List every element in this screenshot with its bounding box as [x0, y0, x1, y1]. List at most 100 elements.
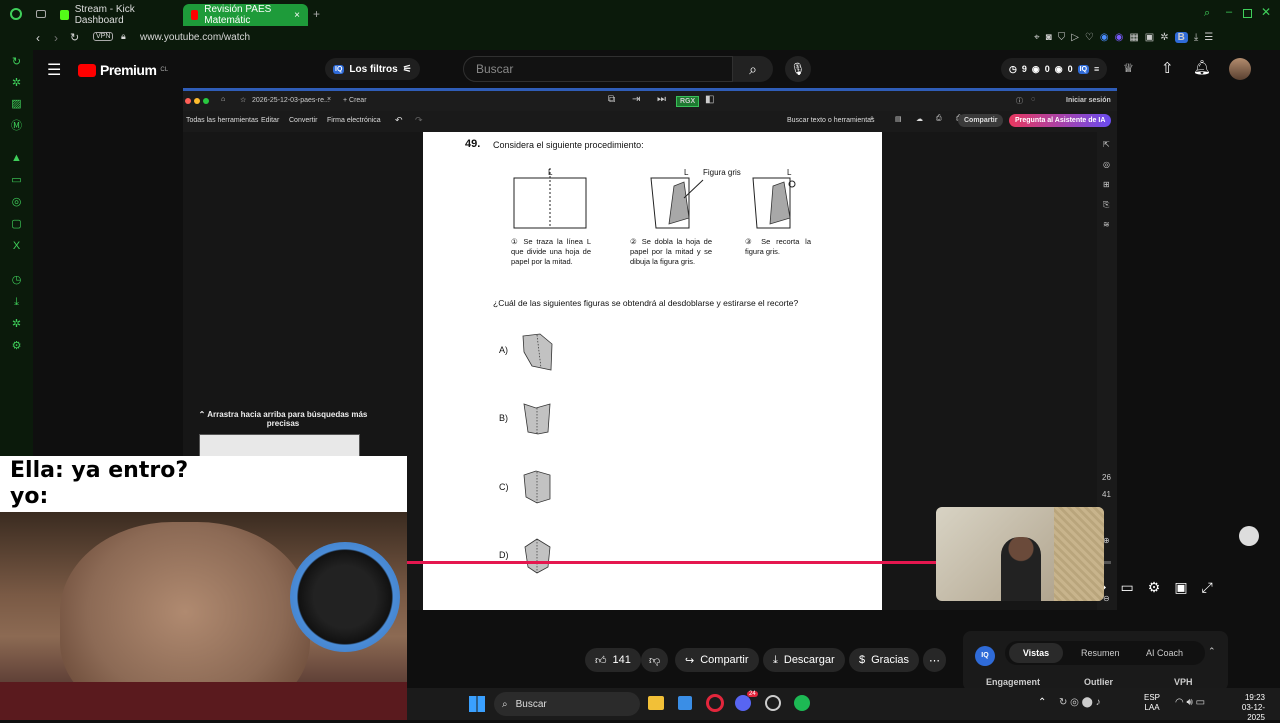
share-button[interactable]: ↪ Compartir — [675, 648, 759, 672]
shield-icon[interactable]: ⛉ — [1058, 32, 1066, 43]
notifications-icon[interactable]: 🔔︎ — [1193, 59, 1211, 76]
wifi-volume-battery-icons[interactable]: ◠ 🔊︎ ▭ — [1175, 697, 1205, 708]
reload-icon[interactable]: ↻ — [70, 31, 79, 44]
layout-icon[interactable]: ◧ — [705, 94, 714, 105]
close-tab-icon[interactable]: × — [327, 96, 331, 103]
search-button[interactable]: ⌕ — [733, 56, 773, 82]
account-avatar[interactable] — [1229, 58, 1251, 80]
stats-chip[interactable]: ◷ 9 ◉ 0 ◉ 0 IQ ≡ — [1001, 58, 1108, 80]
x-twitter-icon[interactable]: X — [10, 240, 23, 253]
taskbar-search[interactable]: ⌕ Buscar — [494, 692, 640, 716]
tool-all[interactable]: Todas las herramientas — [186, 117, 258, 124]
extension-purple-icon[interactable]: ◉ — [1115, 32, 1124, 43]
close-tab-icon[interactable]: × — [294, 10, 300, 21]
tab-kick-dashboard[interactable]: Stream - Kick Dashboard — [52, 4, 180, 26]
screenshot-icon[interactable]: ▣ — [1145, 32, 1154, 43]
settings-icon[interactable]: ⚙ — [1148, 579, 1161, 596]
m-app-icon[interactable]: Ⓜ — [10, 120, 23, 133]
fullscreen-icon[interactable]: ⤢ — [1202, 579, 1213, 596]
extensions-green-icon[interactable]: ✲ — [10, 77, 23, 90]
instagram-icon[interactable]: ▢ — [10, 218, 23, 231]
twitch-icon[interactable]: ▭ — [10, 174, 23, 187]
menu-icon[interactable]: ☰ — [1204, 32, 1213, 43]
opera-taskbar-icon[interactable] — [706, 694, 724, 712]
store-icon[interactable] — [678, 696, 692, 710]
forward-icon[interactable]: › — [54, 31, 58, 45]
history-icon[interactable]: ◷ — [10, 274, 23, 287]
pdf-search-tools[interactable]: Buscar texto o herramientas — [787, 117, 875, 124]
profile-avatar[interactable]: B — [1174, 32, 1188, 43]
tab-resumen[interactable]: Resumen — [1081, 648, 1120, 658]
maximize-icon[interactable] — [1243, 9, 1252, 18]
home-icon[interactable]: ⌂ — [221, 96, 225, 103]
tool-sign[interactable]: Firma electrónica — [327, 117, 381, 124]
heart-icon[interactable]: ♡ — [1085, 32, 1094, 43]
minimize-icon[interactable]: – — [1226, 6, 1232, 18]
pdf-tab-title[interactable]: 2026-25-12-03-paes-re... — [252, 97, 330, 104]
save-icon[interactable]: ⎙ — [936, 115, 942, 123]
medal-icon[interactable]: ♕ — [1123, 61, 1134, 75]
tray-chevron-icon[interactable]: ⌃ — [1038, 697, 1046, 708]
file-explorer-icon[interactable] — [648, 696, 664, 710]
like-button[interactable]: 👍︎ 141 — [585, 648, 641, 672]
upload-icon[interactable]: ⇧ — [1161, 59, 1174, 77]
rail-icon[interactable]: ≋ — [1103, 220, 1110, 229]
search-icon[interactable]: ⌕ — [870, 115, 874, 123]
discord-icon[interactable] — [735, 695, 751, 711]
tab-vistas[interactable]: Vistas — [1009, 643, 1063, 663]
play-icon[interactable]: ▷ — [1071, 32, 1079, 43]
cloud-icon[interactable]: ☁ — [916, 115, 923, 123]
back-icon[interactable]: ‹ — [36, 31, 40, 45]
create-button[interactable]: + Crear — [343, 97, 367, 104]
url-text[interactable]: www.youtube.com/watch — [140, 32, 250, 43]
search-tabs-icon[interactable]: ⌕ — [1204, 7, 1210, 20]
windows-start-icon[interactable] — [469, 696, 485, 712]
tab-overview-icon[interactable] — [36, 10, 46, 18]
grid-icon[interactable]: ▦ — [1129, 32, 1138, 43]
more-actions-button[interactable]: ⋯ — [923, 648, 946, 672]
miniplayer-icon[interactable]: ▣ — [1174, 579, 1187, 596]
rail-icon[interactable]: ⇱ — [1103, 140, 1110, 149]
rgx-button[interactable]: RGX — [676, 96, 700, 107]
search-input[interactable]: Buscar — [463, 56, 733, 82]
extensions-icon[interactable]: ✲ — [1160, 32, 1168, 43]
tool-edit[interactable]: Editar — [261, 117, 279, 124]
redo-icon[interactable]: ↷ — [415, 115, 423, 126]
tool-convert[interactable]: Convertir — [289, 117, 317, 124]
downloads-icon[interactable]: ⤓ — [10, 296, 23, 309]
whatsapp-icon[interactable]: ◎ — [10, 196, 23, 209]
puzzle-icon[interactable]: ✲ — [10, 318, 23, 331]
rail-icon[interactable]: ⊞ — [1103, 180, 1110, 189]
camera-icon[interactable]: ◙ — [1046, 32, 1052, 43]
zoom-in-icon[interactable]: ⊕ — [1103, 536, 1110, 545]
subtitles-icon[interactable]: ▭ — [1121, 579, 1134, 596]
exit-icon[interactable]: ⇥ — [632, 94, 640, 105]
opera-logo-icon[interactable] — [10, 8, 22, 20]
youtube-logo[interactable]: Premium CL — [78, 62, 168, 78]
help-icon[interactable]: ⓘ — [1016, 96, 1023, 106]
thanks-button[interactable]: $ Gracias — [849, 648, 920, 672]
hamburger-menu-icon[interactable]: ☰ — [47, 60, 61, 80]
download-button[interactable]: ⤓ Descargar — [763, 648, 845, 672]
wallet-icon[interactable]: ▨ — [10, 98, 23, 111]
collapse-icon[interactable]: ⌃ — [1208, 646, 1216, 657]
tray-icons[interactable]: ↻ ◎ ⬤ ♪ — [1059, 697, 1101, 708]
sidebar-icon[interactable]: ▤ — [895, 115, 902, 123]
undo-icon[interactable]: ↶ — [395, 115, 403, 126]
tab-youtube-video[interactable]: Revisión PAES Matemátic × — [183, 4, 308, 26]
rail-icon[interactable]: ◎ — [1103, 160, 1110, 169]
aria-icon[interactable]: ▲ — [10, 152, 23, 165]
close-window-icon[interactable]: ✕ — [1261, 5, 1271, 19]
skip-icon[interactable]: ⏭︎ — [657, 94, 666, 105]
tab-ai-coach[interactable]: AI Coach — [1146, 648, 1183, 658]
voice-search-button[interactable]: 🎙︎ — [785, 56, 811, 82]
bell-icon[interactable]: ◌ — [1031, 96, 1035, 103]
new-tab-button[interactable]: + — [313, 7, 320, 21]
ai-assistant-button[interactable]: Pregunta al Asistente de IA — [1009, 114, 1112, 127]
clock[interactable]: 19:23 03-12-2025 — [1225, 693, 1265, 723]
extension-blue-icon[interactable]: ◉ — [1100, 32, 1109, 43]
dislike-button[interactable]: 👎︎ — [641, 648, 669, 672]
filters-button[interactable]: IQ Los filtros ⚟ — [325, 58, 420, 80]
rail-icon[interactable]: ⎘ — [1103, 200, 1109, 210]
steam-icon[interactable] — [765, 695, 781, 711]
